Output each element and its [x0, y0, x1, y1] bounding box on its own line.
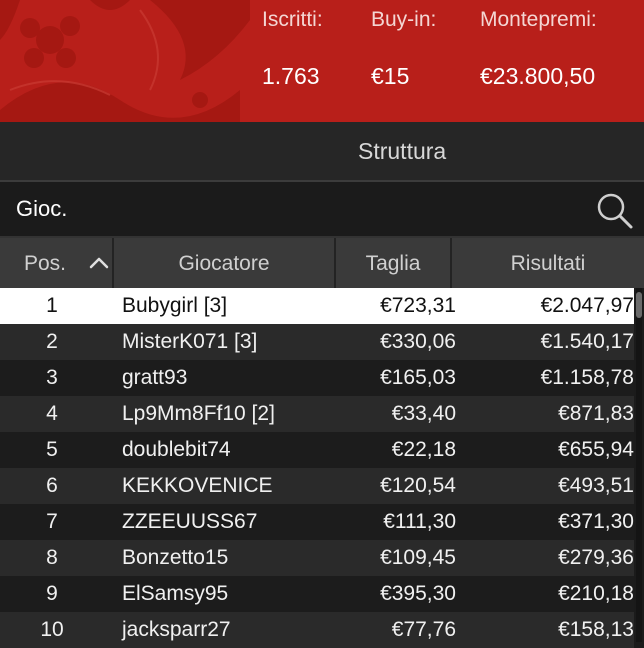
iscritti-label: Iscritti:	[262, 8, 323, 31]
bounty-cell: €330,06	[380, 330, 456, 353]
bounty-cell: €165,03	[380, 366, 456, 389]
player-name-cell: doublebit74	[122, 438, 231, 461]
iscritti-value: 1.763	[262, 63, 320, 89]
result-cell: €158,13	[558, 618, 634, 641]
bounty-cell: €120,54	[380, 474, 456, 497]
position-cell: 4	[46, 402, 58, 425]
column-header-pos-label: Pos.	[24, 252, 67, 275]
position-cell: 10	[40, 618, 64, 641]
results-table-body: 1 Bubygirl [3] €723,31 €2.047,97 2 MisterK071…	[0, 288, 634, 648]
player-search-input[interactable]	[0, 182, 596, 236]
column-header-risultati[interactable]: Risultati	[452, 238, 644, 288]
table-row[interactable]: 7 ZZEEUUSS67 €111,30 €371,30	[0, 504, 634, 540]
result-cell: €1.540,17	[540, 330, 634, 353]
bounty-cell: €111,30	[383, 510, 456, 533]
table-header: Pos. Giocatore Taglia Risultati	[0, 238, 644, 288]
bounty-cell: €22,18	[391, 438, 456, 461]
bounty-cell: €77,76	[391, 618, 456, 641]
position-cell: 5	[46, 438, 58, 461]
position-cell: 6	[46, 474, 58, 497]
player-name-cell: ElSamsy95	[122, 582, 229, 605]
table-row[interactable]: 8 Bonzetto15 €109,45 €279,36	[0, 540, 634, 576]
search-icon[interactable]	[594, 190, 634, 230]
scrollbar-thumb[interactable]	[636, 292, 642, 318]
table-row[interactable]: 3 gratt93 €165,03 €1.158,78	[0, 360, 634, 396]
player-name-cell: KEKKOVENICE	[122, 474, 273, 497]
result-cell: €279,36	[558, 546, 634, 569]
buyin-label: Buy-in:	[371, 8, 437, 31]
table-row[interactable]: 10 jacksparr27 €77,76 €158,13	[0, 612, 634, 648]
player-name-cell: Bubygirl [3]	[122, 294, 228, 317]
chevron-up-icon	[89, 257, 109, 269]
position-cell: 3	[46, 366, 58, 389]
result-cell: €2.047,97	[540, 294, 634, 317]
position-cell: 2	[46, 330, 58, 353]
table-row[interactable]: 2 MisterK071 [3] €330,06 €1.540,17	[0, 324, 634, 360]
tab-struttura[interactable]: Struttura	[358, 138, 446, 165]
table-row[interactable]: 9 ElSamsy95 €395,30 €210,18	[0, 576, 634, 612]
tournament-header: Iscritti: 1.763 Buy-in: €15 Montepremi: …	[0, 0, 644, 122]
table-row[interactable]: 4 Lp9Mm8Ff10 [2] €33,40 €871,83	[0, 396, 634, 432]
montepremi-value: €23.800,50	[480, 63, 596, 89]
position-cell: 1	[46, 294, 58, 317]
montepremi-label: Montepremi:	[480, 8, 597, 31]
column-header-pos[interactable]: Pos.	[0, 238, 114, 288]
player-name-cell: gratt93	[122, 366, 188, 389]
position-cell: 7	[46, 510, 58, 533]
player-name-cell: Lp9Mm8Ff10 [2]	[122, 402, 275, 425]
table-scrollbar[interactable]	[636, 288, 642, 642]
result-cell: €871,83	[558, 402, 634, 425]
buyin-value: €15	[371, 63, 410, 89]
column-header-taglia[interactable]: Taglia	[336, 238, 452, 288]
bounty-cell: €395,30	[380, 582, 456, 605]
result-cell: €210,18	[558, 582, 634, 605]
result-cell: €493,51	[558, 474, 634, 497]
table-row[interactable]: 1 Bubygirl [3] €723,31 €2.047,97	[0, 288, 634, 324]
player-name-cell: jacksparr27	[122, 618, 231, 641]
player-search-bar	[0, 182, 644, 238]
column-header-giocatore[interactable]: Giocatore	[114, 238, 336, 288]
result-cell: €371,30	[558, 510, 634, 533]
player-name-cell: ZZEEUUSS67	[122, 510, 258, 533]
bounty-cell: €723,31	[380, 294, 456, 317]
player-name-cell: MisterK071 [3]	[122, 330, 258, 353]
position-cell: 9	[46, 582, 58, 605]
bounty-cell: €109,45	[380, 546, 456, 569]
result-cell: €655,94	[558, 438, 634, 461]
position-cell: 8	[46, 546, 58, 569]
table-row[interactable]: 5 doublebit74 €22,18 €655,94	[0, 432, 634, 468]
player-name-cell: Bonzetto15	[122, 546, 229, 569]
tab-bar: Struttura	[0, 122, 644, 182]
bounty-cell: €33,40	[391, 402, 456, 425]
result-cell: €1.158,78	[540, 366, 634, 389]
table-row[interactable]: 6 KEKKOVENICE €120,54 €493,51	[0, 468, 634, 504]
